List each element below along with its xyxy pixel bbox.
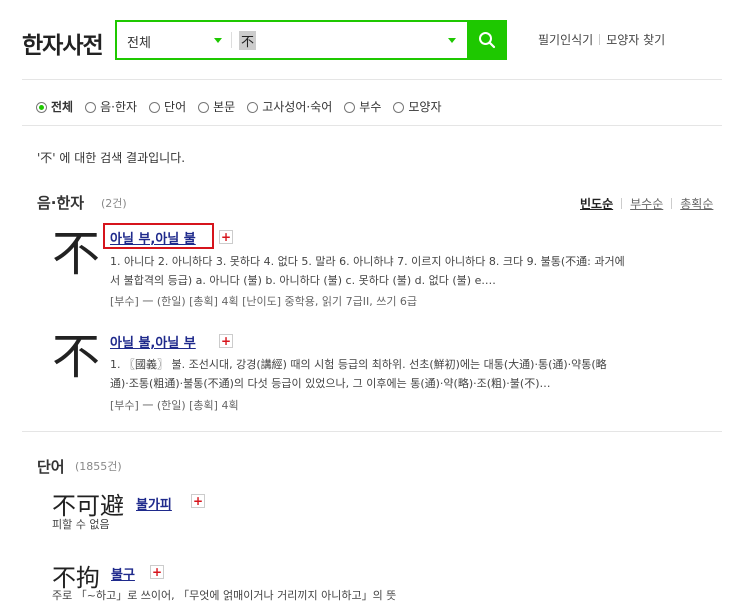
entry-title-link[interactable]: 아닐 부,아닐 불 xyxy=(110,228,196,247)
hanja-character[interactable]: 不 xyxy=(52,230,100,278)
hanja-character[interactable]: 不 xyxy=(52,333,100,381)
entry-description: 1. 아니다 2. 아니하다 3. 못하다 4. 없다 5. 말라 6. 아니하… xyxy=(110,255,625,287)
section-count-eum: (2건) xyxy=(101,197,127,210)
filter-idiom[interactable]: 고사성어·숙어 xyxy=(247,98,332,115)
radio-icon xyxy=(149,102,161,113)
radio-icon xyxy=(393,102,405,113)
search-button[interactable] xyxy=(467,20,507,60)
radio-icon xyxy=(247,102,259,113)
filter-word[interactable]: 단어 xyxy=(149,98,186,115)
handwriting-recognizer-link[interactable]: 필기인식기 xyxy=(538,33,593,47)
add-icon[interactable]: + xyxy=(150,565,164,579)
result-message: '不' 에 대한 검색 결과입니다. xyxy=(37,151,186,165)
filter-all[interactable]: 전체 xyxy=(36,98,73,115)
search-scope-select[interactable]: 전체 xyxy=(117,22,231,58)
word-definition: 피할 수 없음 xyxy=(52,518,110,531)
word-reading-link[interactable]: 불가피 xyxy=(136,494,172,513)
radio-icon xyxy=(85,102,97,113)
section-title-word: 단어 xyxy=(37,458,65,476)
entry-meta: [부수] 一 (한일) [총획] 4획 [난이도] 중학용, 읽기 7급II, … xyxy=(110,295,418,308)
sort-options: 빈도순 부수순 총획순 xyxy=(580,195,713,212)
filter-shape[interactable]: 모양자 xyxy=(393,98,442,115)
radio-icon xyxy=(344,102,356,113)
word-reading-link[interactable]: 불구 xyxy=(111,564,135,583)
filter-radical[interactable]: 부수 xyxy=(344,98,381,115)
top-links: 필기인식기 모양자 찾기 xyxy=(538,31,665,48)
sort-frequency[interactable]: 빈도순 xyxy=(580,197,613,211)
filter-body[interactable]: 본문 xyxy=(198,98,235,115)
divider xyxy=(231,32,232,48)
divider xyxy=(22,125,722,126)
filter-bar: 전체 음·한자 단어 본문 고사성어·숙어 부수 모양자 xyxy=(36,98,454,115)
radio-icon xyxy=(36,102,47,113)
search-input[interactable]: 不 xyxy=(239,31,257,50)
sort-radical[interactable]: 부수순 xyxy=(630,197,663,211)
chevron-down-icon[interactable] xyxy=(448,38,456,43)
filter-eum-hanja[interactable]: 음·한자 xyxy=(85,98,137,115)
section-count-word: (1855건) xyxy=(75,460,122,473)
entry-meta: [부수] 一 (한일) [총획] 4획 xyxy=(110,399,239,412)
entry-description: 1. 〖國義〗 불. 조선시대, 강경(講經) 때의 시험 등급의 최하위. 선… xyxy=(110,358,607,390)
add-icon[interactable]: + xyxy=(219,334,233,348)
sort-strokes[interactable]: 총획순 xyxy=(680,197,713,211)
divider xyxy=(22,79,722,80)
radio-icon xyxy=(198,102,210,113)
search-scope-label: 전체 xyxy=(127,36,151,51)
add-icon[interactable]: + xyxy=(191,494,205,508)
add-icon[interactable]: + xyxy=(219,230,233,244)
entry-title-link[interactable]: 아닐 불,아닐 부 xyxy=(110,332,196,351)
word-definition: 주로 「~하고」로 쓰이어, 「무엇에 얽매이거나 거리끼지 아니하고」의 뜻 xyxy=(52,589,397,602)
search-box: 전체 不 xyxy=(115,20,507,60)
site-logo[interactable]: 한자사전 xyxy=(22,26,104,60)
divider xyxy=(22,431,722,432)
chevron-down-icon xyxy=(214,38,222,43)
shape-finder-link[interactable]: 모양자 찾기 xyxy=(606,33,665,47)
section-title-eum: 음·한자 xyxy=(37,194,85,212)
search-icon xyxy=(479,32,496,49)
